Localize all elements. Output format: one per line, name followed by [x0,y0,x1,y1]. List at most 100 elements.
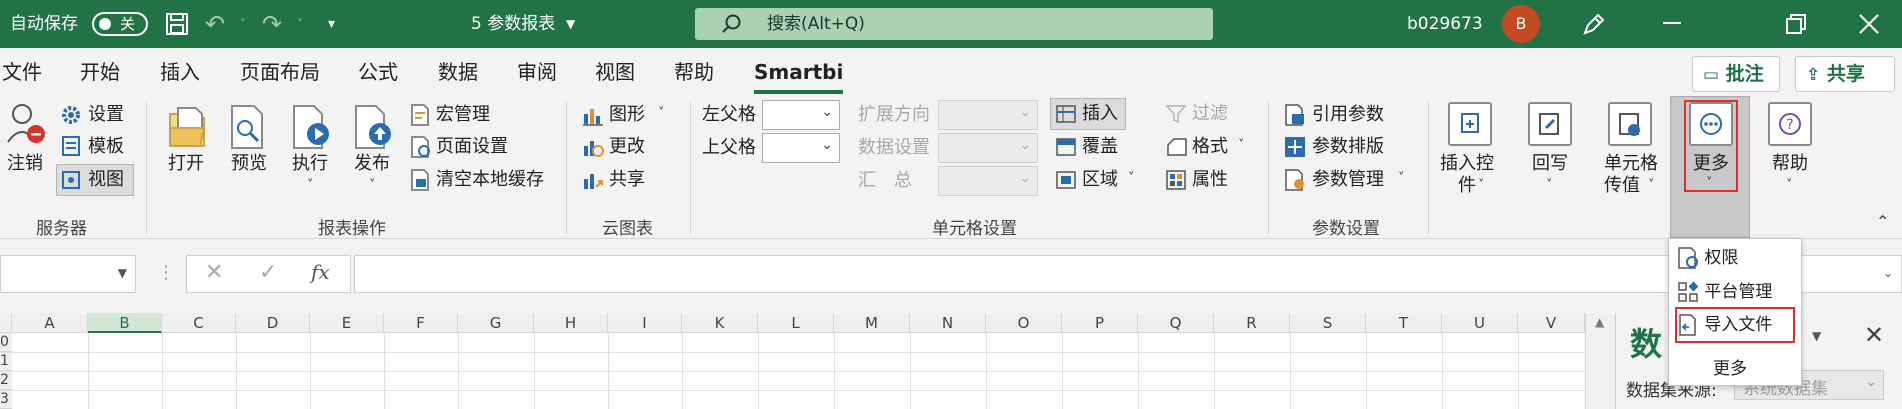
property-button[interactable]: 属性 [1192,168,1228,192]
panel-menu-icon[interactable]: ▼ [1812,329,1821,343]
help-button[interactable]: 帮助 [1772,152,1808,176]
more-dropdown-icon[interactable]: ˅ [1706,176,1713,191]
column-header[interactable]: V [1518,313,1585,333]
ref-param-button[interactable]: 引用参数 [1312,103,1384,127]
insert-control-button[interactable]: 插入控 [1440,152,1494,176]
param-manage-button[interactable]: 参数管理 [1312,168,1384,192]
tab-view[interactable]: 视图 [595,58,635,86]
column-header[interactable]: C [162,313,236,333]
tab-review[interactable]: 审阅 [517,58,557,86]
more-button[interactable]: 更多 [1693,152,1729,176]
column-header[interactable]: O [986,313,1062,333]
column-header[interactable]: K [682,313,758,333]
column-header[interactable]: F [384,313,458,333]
column-header-selected[interactable]: B [88,313,162,333]
redo-icon[interactable]: ↷ [262,0,282,48]
publish-dropdown-icon[interactable]: ˅ [369,178,376,193]
avatar[interactable]: B [1502,5,1540,43]
share-chart-button[interactable]: 共享 [609,168,645,192]
vertical-scrollbar[interactable]: ▲ [1585,313,1615,409]
row-header[interactable]: 0 [0,333,12,352]
name-box[interactable]: ▼ [0,255,136,293]
column-header[interactable]: T [1366,313,1442,333]
writeback-dropdown-icon[interactable]: ˅ [1546,178,1553,193]
filter-button[interactable]: 过滤 [1192,102,1228,126]
row-header[interactable]: 3 [0,390,12,409]
comments-button[interactable]: ▭ 批注 [1692,56,1780,92]
tab-home[interactable]: 开始 [80,58,120,86]
param-manage-dropdown-icon[interactable]: ˅ [1398,171,1405,186]
column-header[interactable]: E [310,313,384,333]
page-setup-button[interactable]: 页面设置 [436,135,508,159]
tab-page-layout[interactable]: 页面布局 [240,58,320,86]
minimize-icon[interactable] [1663,22,1681,26]
menu-item-import-file[interactable]: 导入文件 [1677,310,1772,340]
clear-cache-button[interactable]: 清空本地缓存 [436,168,544,192]
more-handle-icon[interactable]: ⋮ [157,262,175,283]
column-header[interactable]: H [534,313,608,333]
undo-dropdown-icon[interactable]: ˅ [240,0,246,48]
tab-help[interactable]: 帮助 [674,58,714,86]
column-header[interactable]: L [758,313,834,333]
macro-manager-button[interactable]: 宏管理 [436,103,490,127]
customize-qat-icon[interactable]: ▾ [328,0,335,48]
help-dropdown-icon[interactable]: ˅ [1786,178,1793,193]
tab-data[interactable]: 数据 [438,58,478,86]
redo-dropdown-icon[interactable]: ˅ [297,0,303,48]
column-header[interactable]: S [1290,313,1366,333]
menu-item-permissions[interactable]: 权限 [1677,243,1738,273]
column-header[interactable]: U [1442,313,1518,333]
chart-button[interactable]: 图形 [609,103,645,127]
tab-smartbi[interactable]: Smartbi [754,58,844,94]
column-header[interactable]: I [608,313,682,333]
chart-dropdown-icon[interactable]: ˅ [658,106,665,121]
search-box[interactable]: 搜索(Alt+Q) [695,8,1213,40]
column-header[interactable]: M [834,313,910,333]
close-icon[interactable] [1859,14,1879,34]
cover-mode-button[interactable]: 覆盖 [1082,135,1118,159]
insert-control-dropdown-icon[interactable]: ˅ [1478,178,1485,193]
template-button[interactable]: 模板 [88,135,124,159]
title-dropdown-icon[interactable]: ▼ [566,0,575,48]
collapse-ribbon-icon[interactable]: ⌃ [1876,212,1889,231]
run-button[interactable]: 执行 [292,152,328,176]
menu-item-platform-manage[interactable]: 平台管理 [1677,277,1772,307]
left-parent-select[interactable]: ⌄ [762,100,840,130]
format-dropdown-icon[interactable]: ˅ [1238,138,1245,153]
data-settings-select[interactable]: ⌄ [938,133,1038,163]
share-button[interactable]: ⇪ 共享 [1795,56,1895,92]
document-title[interactable]: 5 参数报表 [471,0,555,48]
column-header[interactable]: N [910,313,986,333]
column-header[interactable]: R [1214,313,1290,333]
cell-pass-dropdown-icon[interactable]: ˅ [1648,178,1655,193]
settings-button[interactable]: 设置 [88,103,124,127]
change-chart-button[interactable]: 更改 [609,135,645,159]
region-dropdown-icon[interactable]: ˅ [1128,171,1135,186]
undo-icon[interactable]: ↶ [205,0,225,48]
row-header[interactable]: 2 [0,371,12,390]
scroll-up-icon[interactable]: ▲ [1595,315,1604,329]
insert-function-icon[interactable]: fx [311,260,330,284]
expand-direction-select[interactable]: ⌄ [938,100,1038,130]
column-header[interactable]: Q [1138,313,1214,333]
row-header[interactable]: 1 [0,352,12,371]
cancel-icon[interactable]: ✕ [205,260,223,285]
column-header[interactable]: D [236,313,310,333]
select-all-corner[interactable] [0,313,12,333]
autosave-toggle[interactable]: 关 [92,12,148,36]
panel-close-icon[interactable]: ✕ [1864,321,1884,349]
cell-pass-button[interactable]: 单元格 [1604,152,1658,176]
column-header[interactable]: G [458,313,534,333]
spreadsheet-grid[interactable]: A B C D E F G H I K L M N O P Q R S T U … [0,313,1585,409]
preview-button[interactable]: 预览 [231,152,267,176]
restore-icon[interactable] [1786,14,1806,34]
format-button[interactable]: 格式 [1192,135,1228,159]
tab-formulas[interactable]: 公式 [358,58,398,86]
confirm-icon[interactable]: ✓ [259,260,277,285]
tab-insert[interactable]: 插入 [160,58,200,86]
expand-formula-icon[interactable]: ⌄ [1883,266,1893,280]
open-button[interactable]: 打开 [168,152,204,176]
run-dropdown-icon[interactable]: ˅ [307,178,314,193]
publish-button[interactable]: 发布 [354,152,390,176]
summary-select[interactable]: ⌄ [938,166,1038,196]
